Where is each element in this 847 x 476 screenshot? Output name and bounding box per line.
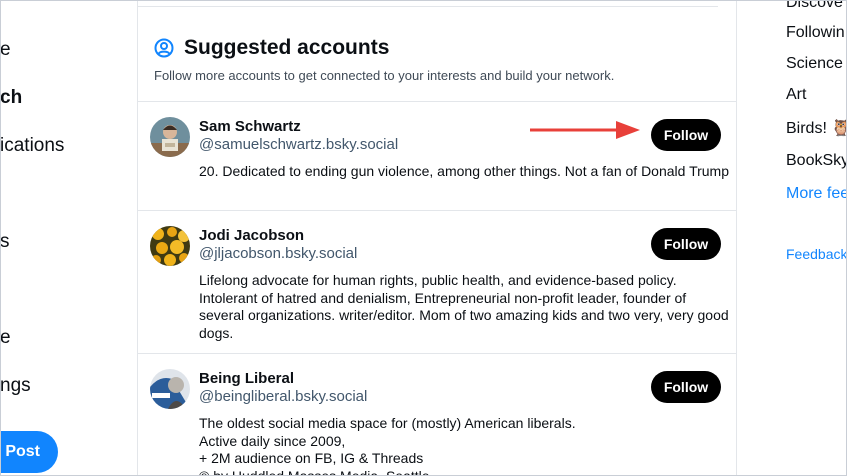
bio-line: The oldest social media space for (mostl… <box>199 415 576 431</box>
more-feeds-link[interactable]: More fee <box>786 185 847 203</box>
account-handle[interactable]: @beingliberal.bsky.social <box>199 388 367 405</box>
follow-button[interactable]: Follow <box>651 371 721 403</box>
bio-line: + 2M audience on FB, IG & Threads <box>199 450 424 466</box>
account-name[interactable]: Jodi Jacobson <box>199 227 304 244</box>
post-button[interactable]: Post <box>0 431 58 473</box>
follow-button[interactable]: Follow <box>651 228 721 260</box>
account-card-jodi-jacobson[interactable]: Jodi Jacobson @jljacobson.bsky.social Li… <box>138 211 736 354</box>
account-bio: Lifelong advocate for human rights, publ… <box>199 272 729 341</box>
nav-item-profile[interactable]: e <box>0 327 11 349</box>
avatar[interactable] <box>150 117 190 157</box>
feed-link-following[interactable]: Followin <box>786 24 845 42</box>
feed-link-art[interactable]: Art <box>786 86 806 104</box>
avatar[interactable] <box>150 226 190 266</box>
feed-link-science[interactable]: Science <box>786 55 843 73</box>
right-column: Discove Followin Science Art Birds! 🦉 Bo… <box>786 0 847 476</box>
red-arrow-annotation <box>530 121 640 139</box>
account-handle[interactable]: @samuelschwartz.bsky.social <box>199 136 398 153</box>
main-column: Suggested accounts Follow more accounts … <box>137 0 737 476</box>
nav-item-search[interactable]: ch <box>0 87 22 109</box>
section-description: Follow more accounts to get connected to… <box>154 68 615 83</box>
account-name[interactable]: Being Liberal <box>199 370 294 387</box>
nav-item-settings[interactable]: ngs <box>0 375 31 397</box>
section-title: Suggested accounts <box>184 36 390 59</box>
left-navigation: e ch ications s e ngs Post <box>0 0 130 476</box>
user-circle-icon <box>154 38 174 58</box>
feed-link-discover[interactable]: Discove <box>786 0 843 12</box>
account-bio: The oldest social media space for (mostl… <box>199 415 729 476</box>
avatar[interactable] <box>150 369 190 409</box>
feed-link-booksky[interactable]: BookSky <box>786 152 847 170</box>
account-name[interactable]: Sam Schwartz <box>199 118 301 135</box>
nav-item-home[interactable]: e <box>0 39 11 61</box>
nav-item-feeds[interactable]: s <box>0 231 10 253</box>
account-card-being-liberal[interactable]: Being Liberal @beingliberal.bsky.social … <box>138 354 736 476</box>
follow-button[interactable]: Follow <box>651 119 721 151</box>
account-card-sam-schwartz[interactable]: Sam Schwartz @samuelschwartz.bsky.social… <box>138 102 736 211</box>
account-bio: 20. Dedicated to ending gun violence, am… <box>199 163 730 179</box>
nav-item-notifications[interactable]: ications <box>0 135 64 157</box>
suggested-accounts-header: Suggested accounts Follow more accounts … <box>138 6 736 102</box>
feedback-link[interactable]: Feedback <box>786 246 847 262</box>
feed-link-birds[interactable]: Birds! 🦉 <box>786 118 847 138</box>
bio-line: © by Huddled Masses Media, Seattle <box>199 467 430 476</box>
bio-line: Active daily since 2009, <box>199 432 346 449</box>
account-handle[interactable]: @jljacobson.bsky.social <box>199 245 357 262</box>
